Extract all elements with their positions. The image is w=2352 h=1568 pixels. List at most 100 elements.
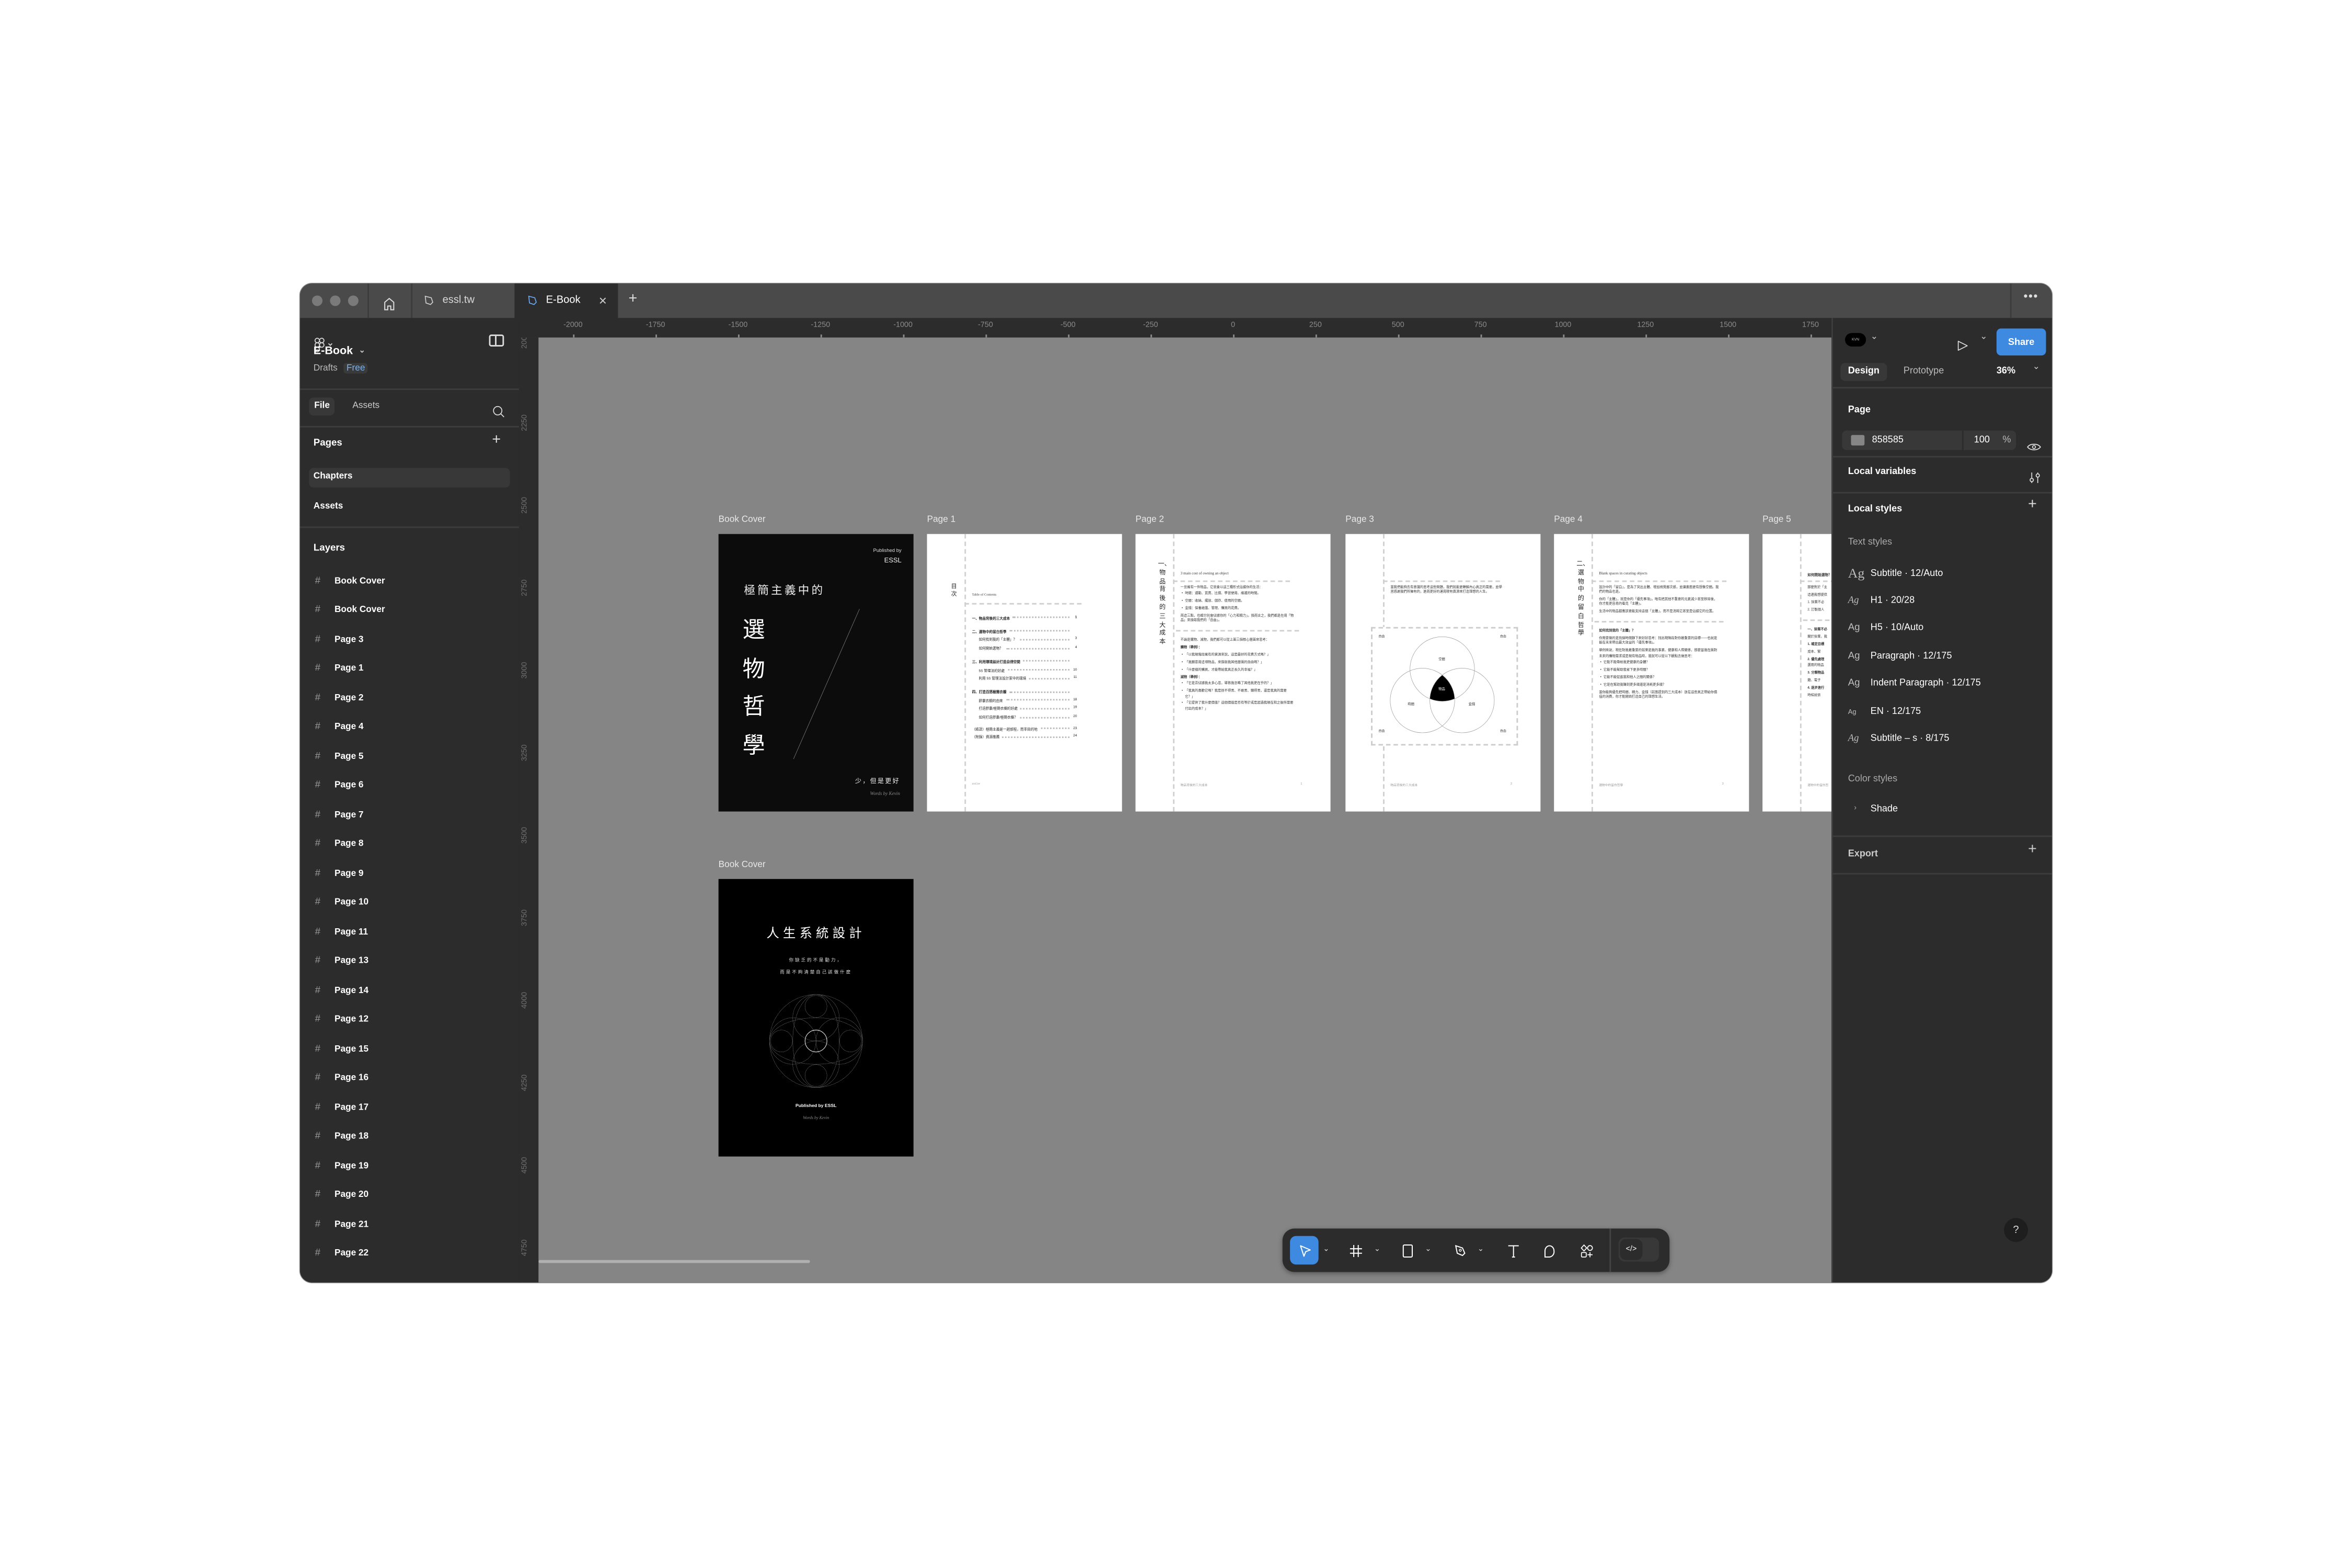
tab-prototype[interactable]: Prototype <box>1904 363 1944 381</box>
search-icon[interactable] <box>492 399 505 426</box>
text-style-item[interactable]: Ag H1 · 20/28 <box>1848 587 2043 615</box>
tab-essl-tw[interactable]: essl.tw <box>411 283 514 318</box>
frame-page-2[interactable]: 一、物品背後的三大成本 3 main cost of owning an obj… <box>1135 534 1331 812</box>
zoom-level[interactable]: 36% <box>1997 363 2015 381</box>
frame-book-cover[interactable]: Published by ESSL 極簡主義中的 選 物 哲 學 少，但是更好 … <box>718 534 914 812</box>
layer-item[interactable]: # Page 2 <box>300 684 519 713</box>
frame-page-3[interactable]: 當我們能夠去有意識的思考這些問題，我們就能更瞭解內心真正的需要，並學習感謝我們所… <box>1345 534 1541 812</box>
home-icon[interactable] <box>381 293 398 310</box>
layer-item[interactable]: # Page 13 <box>300 947 519 976</box>
add-style-icon[interactable]: + <box>2028 497 2037 513</box>
layer-item[interactable]: # Page 6 <box>300 772 519 801</box>
layer-item[interactable]: # Page 4 <box>300 713 519 743</box>
chevron-down-icon[interactable]: ⌄ <box>1871 331 1878 342</box>
window-zoom-button[interactable] <box>348 295 359 306</box>
page-opacity[interactable]: 100 <box>1974 435 1990 445</box>
layer-item[interactable]: # Page 7 <box>300 801 519 831</box>
chevron-down-icon[interactable]: ⌄ <box>1980 331 1987 342</box>
actions-tool[interactable] <box>1572 1236 1601 1265</box>
window-close-button[interactable] <box>312 295 323 306</box>
page-color-hex[interactable]: 858585 <box>1872 435 1904 445</box>
color-swatch[interactable] <box>1851 435 1865 446</box>
page-color-field[interactable]: 858585 100 % <box>1842 430 2016 450</box>
frame-label[interactable]: Page 5 <box>1762 516 1791 525</box>
variables-icon[interactable] <box>2028 465 2042 492</box>
text-tool[interactable] <box>1498 1236 1527 1265</box>
dev-mode-toggle[interactable]: </> <box>1618 1237 1659 1262</box>
layer-item[interactable]: # Book Cover <box>300 567 519 596</box>
frame-label[interactable]: Page 2 <box>1136 516 1165 525</box>
layer-item[interactable]: # Page 8 <box>300 830 519 859</box>
layer-item[interactable]: # Page 16 <box>300 1064 519 1093</box>
tab-e-book[interactable]: E-Book ✕ <box>514 283 618 318</box>
layer-item[interactable]: # Page 21 <box>300 1210 519 1240</box>
frame-label[interactable]: Book Cover <box>719 516 766 525</box>
ruler-y-label: 3500 <box>520 827 530 844</box>
help-button[interactable]: ? <box>2004 1218 2028 1242</box>
tab-design[interactable]: Design <box>1840 363 1887 381</box>
layer-item[interactable]: # Book Cover <box>300 596 519 626</box>
move-tool[interactable] <box>1290 1236 1319 1265</box>
chevron-down-icon[interactable]: ⌄ <box>1374 1245 1380 1254</box>
color-style-group[interactable]: Shade <box>1871 804 1898 814</box>
layer-item[interactable]: # Page 11 <box>300 918 519 947</box>
location-label[interactable]: Drafts <box>314 364 338 373</box>
frame-book-cover-2[interactable]: 人生系統設計 你缺乏的不是動力， 而是不夠清楚自己該做什麼 Published … <box>718 879 914 1157</box>
frame-label[interactable]: Book Cover <box>719 861 766 870</box>
frame-label[interactable]: Page 1 <box>927 516 956 525</box>
add-export-icon[interactable]: + <box>2028 841 2037 858</box>
layer-item[interactable]: # Page 22 <box>300 1240 519 1269</box>
frame-label[interactable]: Page 4 <box>1554 516 1583 525</box>
toggle-sidebar-icon[interactable] <box>489 334 504 347</box>
frame-tool[interactable] <box>1341 1236 1370 1265</box>
layer-item[interactable]: # Page 15 <box>300 1035 519 1064</box>
file-name-button[interactable]: E-Book ⌄ <box>314 343 365 357</box>
chevron-down-icon[interactable]: ⌄ <box>1478 1245 1484 1254</box>
plus-icon[interactable]: + <box>628 291 637 309</box>
layer-item[interactable]: # Page 18 <box>300 1123 519 1152</box>
layer-item[interactable]: # Page 20 <box>300 1181 519 1210</box>
pen-tool[interactable] <box>1446 1236 1475 1265</box>
page-footer: 選物中的留白哲 <box>1807 784 1829 788</box>
layer-item[interactable]: # Page 19 <box>300 1152 519 1181</box>
text-style-item[interactable]: Ag Subtitle · 12/Auto <box>1848 559 2043 587</box>
frame-page-1[interactable]: 目次 Table of Contents 一、物品背後的三大成本 1 二、選物中的留… <box>927 534 1122 812</box>
avatar[interactable]: KVN <box>1844 333 1866 347</box>
page-item-chapters[interactable]: Chapters <box>309 468 510 488</box>
text-style-item[interactable]: Ag Indent Paragraph · 12/175 <box>1848 670 2043 698</box>
layer-item[interactable]: # Page 9 <box>300 859 519 889</box>
text-style-item[interactable]: Ag Subtitle – s · 8/175 <box>1848 725 2043 753</box>
horizontal-scrollbar[interactable] <box>538 1260 810 1263</box>
plan-badge[interactable]: Free <box>343 363 368 374</box>
tab-file[interactable]: File <box>309 397 335 416</box>
chevron-down-icon[interactable]: ⌄ <box>1323 1245 1329 1254</box>
layer-item[interactable]: # Page 17 <box>300 1093 519 1123</box>
add-page-icon[interactable]: + <box>492 432 501 449</box>
layer-item[interactable]: # Page 14 <box>300 976 519 1006</box>
comment-tool[interactable] <box>1535 1236 1563 1265</box>
chevron-down-icon[interactable]: ⌄ <box>2033 362 2040 372</box>
close-tab-icon[interactable]: ✕ <box>598 295 607 307</box>
canvas[interactable]: Book Cover Published by ESSL 極簡主義中的 選 物 … <box>538 337 1832 1283</box>
frame-page-4[interactable]: 二、選物中的留白哲學 Blank spaces in curating obje… <box>1554 534 1749 812</box>
text-style-item[interactable]: Ag Paragraph · 12/175 <box>1848 642 2043 670</box>
share-button[interactable]: Share <box>1996 328 2046 356</box>
present-icon[interactable] <box>1956 333 1969 360</box>
layer-item[interactable]: # Page 5 <box>300 743 519 772</box>
rectangle-tool[interactable] <box>1393 1236 1422 1265</box>
layer-item[interactable]: # Page 10 <box>300 889 519 918</box>
local-variables-heading[interactable]: Local variables <box>1848 467 1917 477</box>
layer-item[interactable]: # Page 3 <box>300 626 519 655</box>
layer-item[interactable]: # Page 12 <box>300 1006 519 1035</box>
chevron-down-icon[interactable]: ⌄ <box>1425 1245 1431 1254</box>
frame-page-5[interactable]: 如何開始選物？ 那麼對於「主 這邊我想提供 1. 捨棄不必 2. 訂製個人 一、捨棄不必… <box>1762 534 1832 812</box>
ellipsis-icon[interactable]: ••• <box>2023 290 2038 303</box>
page-item-assets[interactable]: Assets <box>309 498 510 517</box>
tab-assets[interactable]: Assets <box>352 398 379 416</box>
layer-item[interactable]: # Page 1 <box>300 655 519 684</box>
text-style-item[interactable]: Ag EN · 12/175 <box>1848 697 2043 725</box>
chevron-right-icon[interactable]: › <box>1854 804 1857 813</box>
window-minimize-button[interactable] <box>330 295 341 306</box>
frame-label[interactable]: Page 3 <box>1345 516 1374 525</box>
text-style-item[interactable]: Ag H5 · 10/Auto <box>1848 615 2043 642</box>
